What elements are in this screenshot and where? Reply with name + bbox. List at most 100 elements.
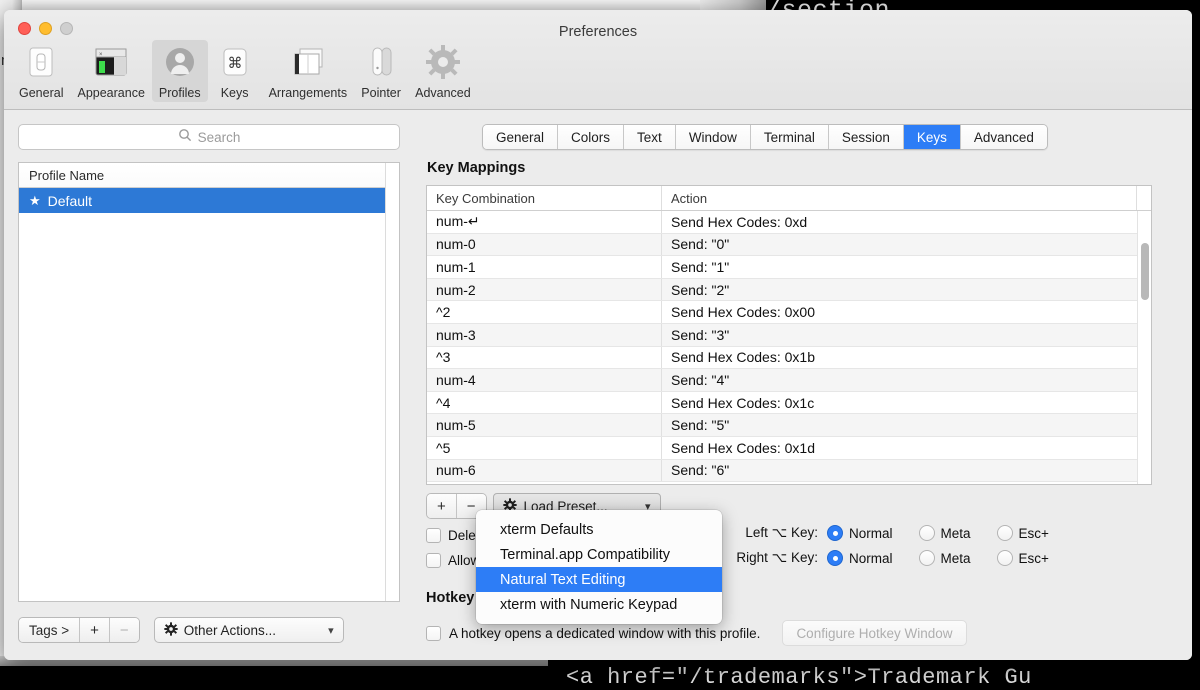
right-alt-meta-label: Meta (940, 550, 971, 566)
toolbar-item-pointer[interactable]: Pointer (354, 40, 408, 102)
chevron-down-icon: ▾ (328, 624, 334, 637)
cell-key: num-5 (427, 414, 662, 436)
other-actions-dropdown[interactable]: Other Actions... ▾ (153, 617, 344, 643)
radio-icon[interactable] (918, 550, 935, 566)
profile-list: Profile Name ★ Default (18, 162, 400, 602)
tab-advanced[interactable]: Advanced (960, 125, 1047, 149)
keys-settings-panel: General Colors Text Window Terminal Sess… (414, 110, 1184, 660)
cell-action: Send Hex Codes: 0x1c (671, 394, 815, 411)
tab-terminal[interactable]: Terminal (750, 125, 829, 149)
toolbar-label-arrangements: Arrangements (268, 86, 348, 100)
settings-tabbar: General Colors Text Window Terminal Sess… (482, 124, 1048, 150)
svg-text:×: × (99, 52, 103, 58)
tab-colors[interactable]: Colors (558, 125, 625, 149)
profiles-icon (160, 43, 200, 83)
tags-button[interactable]: Tags > (19, 618, 81, 642)
cell-key: num-↵ (427, 211, 662, 233)
scrollbar-thumb[interactable] (1141, 243, 1149, 300)
add-mapping-button[interactable]: + (427, 494, 457, 518)
column-header-action[interactable]: Action (662, 186, 1137, 210)
table-row[interactable]: ^2 Send Hex Codes: 0x00 (427, 301, 1151, 324)
toolbar-label-appearance: Appearance (77, 86, 145, 100)
tab-session[interactable]: Session (828, 125, 904, 149)
window-title: Preferences (558, 24, 638, 40)
cell-action: Send: "3" (671, 326, 730, 343)
table-row[interactable]: num-3 Send: "3" (427, 323, 1151, 347)
right-alt-meta-option[interactable]: Meta (918, 550, 971, 566)
table-row[interactable]: ^5 Send Hex Codes: 0x1d (427, 436, 1151, 460)
tab-general[interactable]: General (483, 125, 559, 149)
pointer-icon (361, 43, 401, 83)
key-mappings-table-header: Key Combination Action (427, 186, 1151, 211)
load-preset-menu: xterm Defaults Terminal.app Compatibilit… (476, 510, 722, 624)
terminal-text-bottom: <a href="/trademarks">Trademark Gu (566, 665, 1032, 690)
preferences-window: Preferences General × Appearance Profile… (4, 10, 1192, 660)
left-alt-meta-option[interactable]: Meta (918, 525, 971, 541)
profile-name-column-header: Profile Name (29, 167, 105, 183)
delete-key-checkbox[interactable] (426, 528, 441, 543)
menu-item-xterm-defaults[interactable]: xterm Defaults (476, 517, 722, 542)
radio-icon[interactable] (996, 525, 1013, 541)
toolbar-label-advanced: Advanced (415, 86, 471, 100)
radio-icon[interactable] (918, 525, 935, 541)
menu-item-terminal-app-compat[interactable]: Terminal.app Compatibility (476, 542, 722, 567)
remove-profile-button[interactable]: − (109, 618, 139, 642)
table-row[interactable]: num-6 Send: "6" (427, 459, 1151, 483)
keys-icon: ⌘ (215, 43, 255, 83)
cell-key: num-6 (427, 459, 662, 482)
hotkey-checkbox[interactable] (426, 625, 441, 641)
tab-keys[interactable]: Keys (903, 125, 961, 149)
key-mappings-scrollbar[interactable] (1137, 211, 1151, 484)
mouse-cursor-checkbox[interactable] (426, 553, 441, 568)
add-profile-button[interactable]: + (80, 618, 110, 642)
profile-list-header: Profile Name (19, 163, 399, 188)
toolbar-item-profiles[interactable]: Profiles (151, 40, 208, 102)
tab-text[interactable]: Text (624, 125, 676, 149)
profiles-sidebar: Search Profile Name ★ Default Tags > + − (18, 124, 400, 650)
table-row[interactable]: num-↵ Send Hex Codes: 0xd (427, 211, 1151, 234)
radio-icon[interactable] (827, 550, 843, 566)
right-alt-normal-option[interactable]: Normal (827, 550, 893, 566)
cell-action: Send: "4" (671, 371, 730, 388)
table-row[interactable]: num-5 Send: "5" (427, 414, 1151, 437)
cell-action: Send Hex Codes: 0xd (671, 213, 808, 230)
profile-list-scrollbar[interactable] (385, 163, 399, 601)
table-row[interactable]: num-0 Send: "0" (427, 233, 1151, 257)
radio-icon[interactable] (996, 550, 1013, 566)
menu-item-natural-text-editing[interactable]: Natural Text Editing (476, 567, 722, 592)
left-alt-meta-label: Meta (940, 525, 971, 541)
toolbar-item-appearance[interactable]: × Appearance (70, 40, 151, 102)
radio-icon[interactable] (827, 525, 843, 541)
preferences-body: Search Profile Name ★ Default Tags > + − (4, 110, 1192, 660)
cell-key: ^5 (427, 436, 662, 459)
menu-item-xterm-numeric-keypad[interactable]: xterm with Numeric Keypad (476, 592, 722, 617)
hotkey-section-title: Hotkey (426, 590, 475, 606)
profile-list-toolbar: Tags > + − Other Actions... ▾ (18, 616, 344, 644)
column-header-key-combination[interactable]: Key Combination (427, 186, 662, 210)
search-input[interactable]: Search (18, 124, 400, 150)
toolbar-label-keys: Keys (220, 86, 249, 100)
left-alt-esc-option[interactable]: Esc+ (996, 525, 1049, 541)
right-alt-esc-option[interactable]: Esc+ (996, 550, 1049, 566)
tab-window[interactable]: Window (675, 125, 751, 149)
table-row[interactable]: num-1 Send: "1" (427, 256, 1151, 279)
table-row[interactable]: num-2 Send: "2" (427, 278, 1151, 302)
cell-key: num-2 (427, 278, 662, 301)
toolbar-item-keys[interactable]: ⌘ Keys (208, 40, 262, 102)
cell-action: Send: "1" (671, 258, 730, 275)
table-row[interactable]: ^3 Send Hex Codes: 0x1b (427, 346, 1151, 370)
other-actions-label: Other Actions... (183, 622, 276, 638)
toolbar-item-arrangements[interactable]: Arrangements (262, 40, 355, 102)
configure-hotkey-window-button[interactable]: Configure Hotkey Window (782, 620, 967, 646)
table-row[interactable]: ^4 Send Hex Codes: 0x1c (427, 391, 1151, 415)
toolbar-item-general[interactable]: General (12, 40, 70, 102)
left-alt-normal-option[interactable]: Normal (827, 525, 893, 541)
cell-action: Send Hex Codes: 0x00 (671, 304, 815, 321)
profile-row-default[interactable]: ★ Default (19, 188, 399, 213)
toolbar-item-advanced[interactable]: Advanced (408, 40, 478, 102)
star-icon: ★ (29, 192, 41, 208)
left-alt-key-row: Left ⌥ Key: Normal Meta Esc+ (724, 525, 1075, 541)
table-row[interactable]: num-4 Send: "4" (427, 369, 1151, 392)
toolbar-label-profiles: Profiles (158, 86, 201, 100)
advanced-icon (423, 43, 463, 83)
